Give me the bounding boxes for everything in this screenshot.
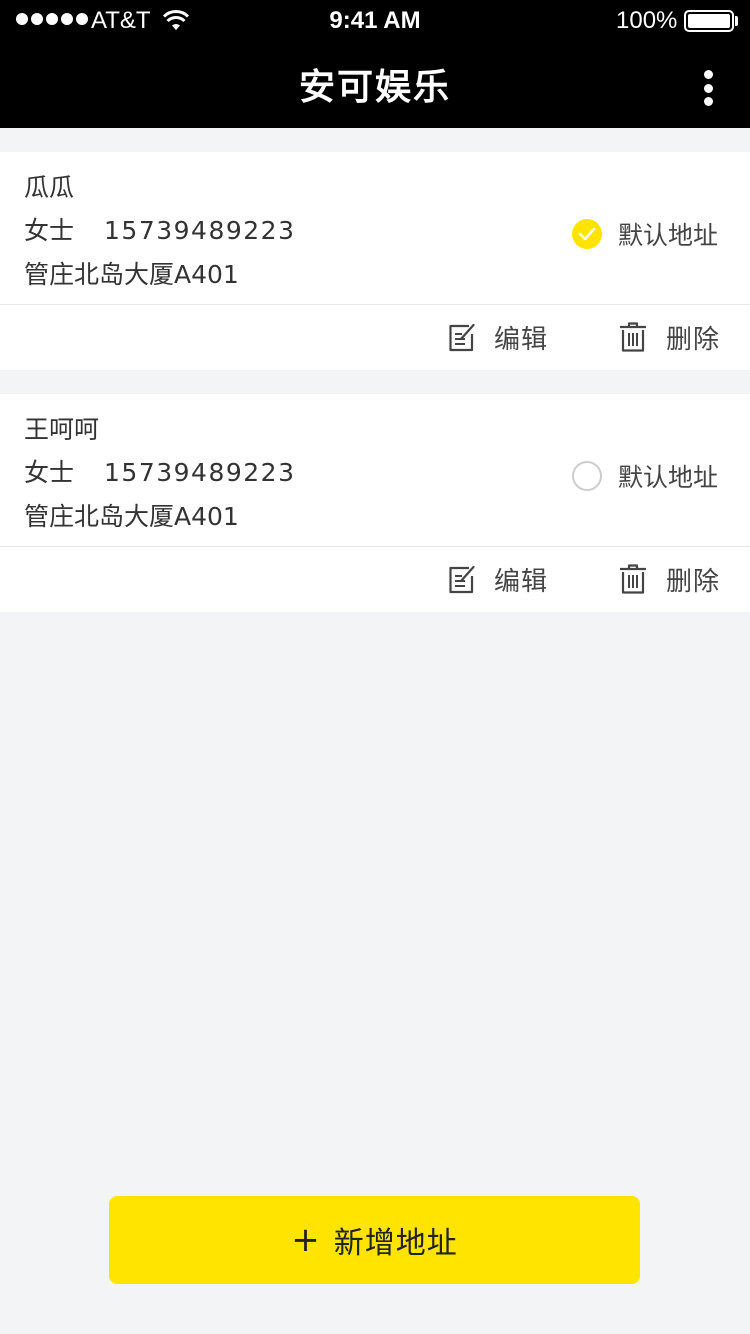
- edit-button[interactable]: 编辑: [448, 561, 548, 597]
- more-vertical-icon: [703, 70, 713, 79]
- recipient-address: 管庄北岛大厦A401: [24, 502, 239, 531]
- address-info[interactable]: 瓜瓜 女士 15739489223 管庄北岛大厦A401 默认地址: [0, 152, 750, 304]
- more-options-button[interactable]: [690, 66, 726, 110]
- recipient-contact: 女士 15739489223: [24, 453, 295, 489]
- address-card: 王呵呵 女士 15739489223 管庄北岛大厦A401 默认地址 编辑 删除: [0, 394, 750, 612]
- app-header: AT&T 9:41 AM 100% 安可娱乐: [0, 0, 750, 128]
- edit-label: 编辑: [494, 324, 549, 355]
- delete-button[interactable]: 删除: [618, 319, 720, 355]
- battery-percent: 100%: [616, 7, 678, 34]
- edit-label: 编辑: [494, 566, 549, 597]
- recipient-contact: 女士 15739489223: [24, 211, 295, 247]
- recipient-name: 瓜瓜: [24, 173, 75, 202]
- add-address-button[interactable]: + 新增地址: [109, 1196, 640, 1284]
- trash-icon: [620, 564, 646, 594]
- recipient-phone: 15739489223: [104, 458, 296, 487]
- trash-icon: [620, 322, 646, 352]
- plus-icon: +: [291, 1220, 320, 1260]
- battery-nub: [735, 16, 738, 26]
- default-address-toggle[interactable]: 默认地址: [572, 456, 718, 496]
- card-actions: 编辑 删除: [0, 547, 750, 612]
- delete-button[interactable]: 删除: [618, 561, 720, 597]
- recipient-address: 管庄北岛大厦A401: [24, 260, 239, 289]
- card-actions: 编辑 删除: [0, 305, 750, 370]
- checked-circle-icon: [572, 219, 602, 249]
- address-info[interactable]: 王呵呵 女士 15739489223 管庄北岛大厦A401 默认地址: [0, 394, 750, 546]
- delete-label: 删除: [666, 324, 721, 355]
- battery-icon: [684, 10, 734, 32]
- edit-icon: [449, 565, 475, 594]
- unchecked-circle-icon: [572, 461, 602, 491]
- recipient-title: 女士: [24, 216, 75, 245]
- default-address-toggle[interactable]: 默认地址: [572, 214, 718, 254]
- address-card: 瓜瓜 女士 15739489223 管庄北岛大厦A401 默认地址 编辑 删除: [0, 152, 750, 370]
- page-title: 安可娱乐: [298, 67, 451, 108]
- default-address-label: 默认地址: [618, 221, 719, 250]
- default-address-label: 默认地址: [618, 463, 719, 492]
- recipient-title: 女士: [24, 458, 75, 487]
- edit-button[interactable]: 编辑: [448, 319, 548, 355]
- edit-icon: [449, 323, 475, 352]
- delete-label: 删除: [666, 566, 721, 597]
- recipient-phone: 15739489223: [104, 216, 296, 245]
- recipient-name: 王呵呵: [24, 415, 100, 444]
- status-bar: AT&T 9:41 AM 100%: [0, 0, 750, 40]
- add-address-label: 新增地址: [333, 1226, 458, 1261]
